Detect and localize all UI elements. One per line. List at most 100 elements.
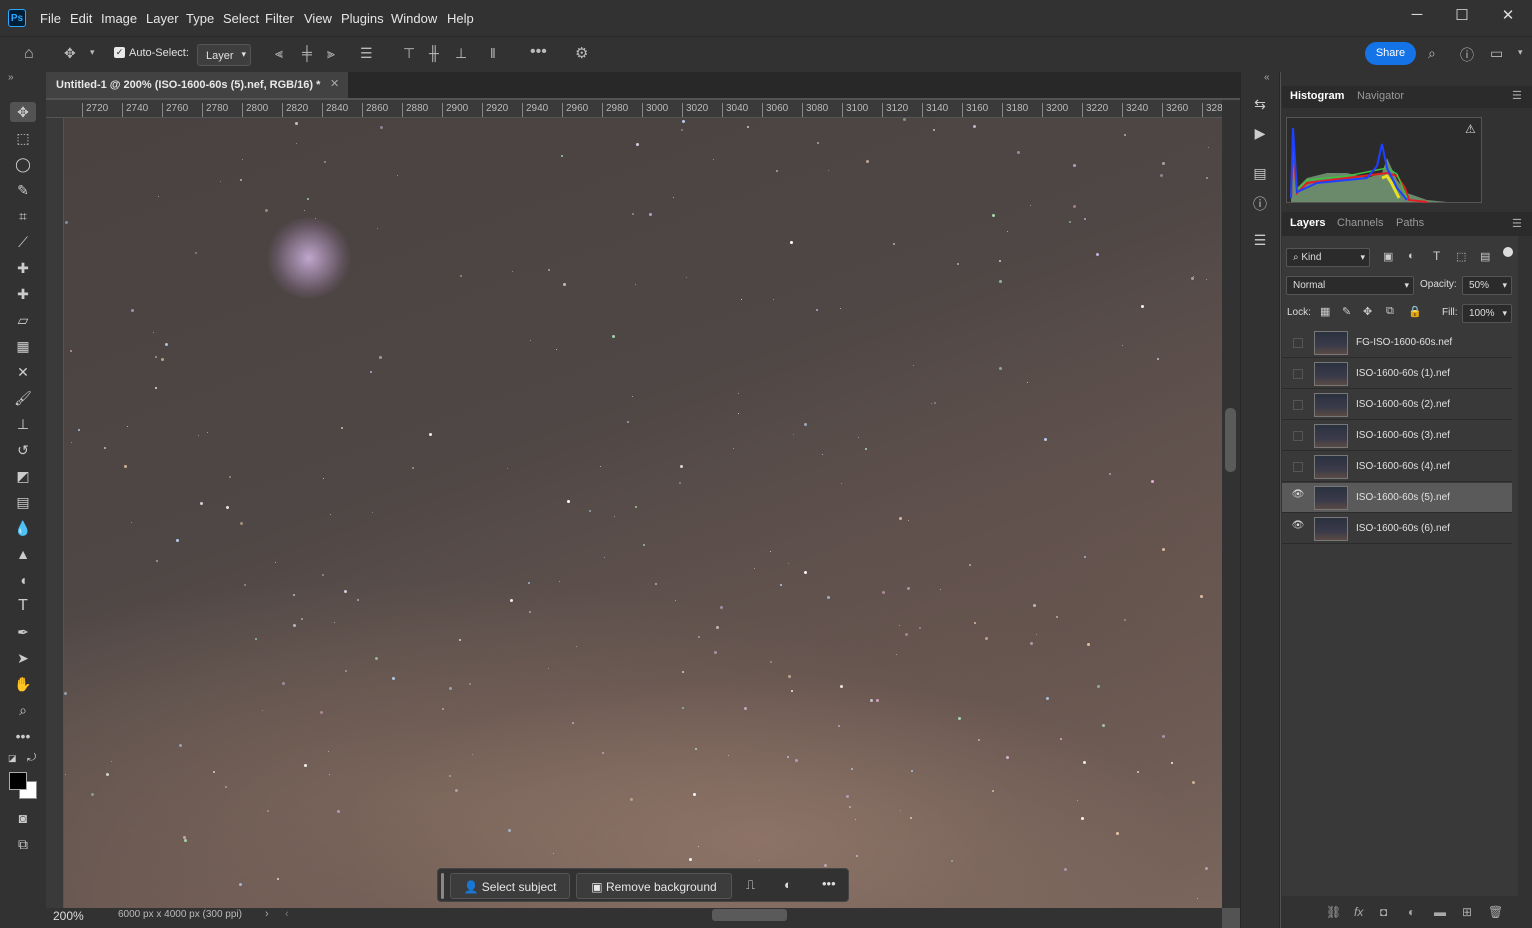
menu-file[interactable]: File bbox=[40, 11, 61, 26]
workspace-icon[interactable]: ▭ bbox=[1490, 45, 1503, 62]
healing-brush-tool-icon[interactable]: ✚ bbox=[13, 284, 33, 304]
screen-mode-icon[interactable]: ⧉ bbox=[13, 834, 33, 854]
marquee-tool-icon[interactable]: ⬚ bbox=[13, 128, 33, 148]
filter-smart-object-icon[interactable]: ▤ bbox=[1480, 250, 1490, 263]
add-mask-icon[interactable]: ◘ bbox=[1380, 905, 1387, 919]
swap-colors-icon[interactable]: ⤾ bbox=[27, 752, 36, 765]
spot-healing-tool-icon[interactable]: ✚ bbox=[13, 258, 33, 278]
vertical-scroll-thumb[interactable] bbox=[1225, 408, 1236, 472]
panel-menu-icon[interactable]: ☰ bbox=[1512, 89, 1522, 102]
distribute-vertical-icon[interactable]: ‖ bbox=[490, 45, 496, 61]
align-right-icon[interactable]: ⫸ bbox=[327, 45, 335, 62]
content-aware-move-icon[interactable]: ✕ bbox=[13, 362, 33, 382]
visibility-toggle[interactable] bbox=[1293, 462, 1303, 472]
tab-navigator[interactable]: Navigator bbox=[1357, 90, 1404, 102]
zoom-tool-icon[interactable]: ⌕ bbox=[13, 700, 33, 720]
layer-row[interactable]: ISO-1600-60s (2).nef bbox=[1282, 390, 1512, 420]
edit-toolbar-icon[interactable]: ••• bbox=[13, 726, 33, 746]
layer-row[interactable]: 👁 ISO-1600-60s (6).nef bbox=[1282, 514, 1512, 544]
delete-layer-icon[interactable]: 🗑 bbox=[1488, 905, 1503, 919]
default-colors-icon[interactable]: ◪ bbox=[8, 753, 17, 764]
eye-icon[interactable]: 👁 bbox=[1291, 520, 1305, 536]
move-tool-icon[interactable]: ✥ bbox=[64, 45, 76, 62]
menu-filter[interactable]: Filter bbox=[265, 11, 294, 26]
panel-menu-icon[interactable]: ☰ bbox=[1512, 217, 1522, 230]
gradient-tool-icon[interactable]: ▤ bbox=[13, 492, 33, 512]
gear-icon[interactable]: ⚙ bbox=[575, 44, 588, 62]
tab-paths[interactable]: Paths bbox=[1396, 217, 1424, 229]
chevron-right-icon[interactable]: › bbox=[265, 908, 269, 920]
lock-position-icon[interactable]: ✥ bbox=[1363, 305, 1372, 318]
visibility-toggle[interactable] bbox=[1293, 431, 1303, 441]
menu-select[interactable]: Select bbox=[223, 11, 259, 26]
filter-type-icon[interactable]: T bbox=[1433, 249, 1440, 263]
search-icon[interactable]: ⌕ bbox=[1428, 45, 1436, 62]
hand-tool-icon[interactable]: ✋ bbox=[13, 674, 33, 694]
menu-type[interactable]: Type bbox=[186, 11, 214, 26]
layer-row[interactable]: FG-ISO-1600-60s.nef bbox=[1282, 328, 1512, 358]
close-window-button[interactable]: ✕ bbox=[1493, 6, 1523, 26]
adjustment-layer-icon[interactable]: ◐ bbox=[1408, 905, 1415, 919]
menu-layer[interactable]: Layer bbox=[146, 11, 179, 26]
filter-shape-icon[interactable]: ⬚ bbox=[1456, 250, 1466, 263]
type-tool-icon[interactable]: T bbox=[13, 596, 33, 616]
menu-plugins[interactable]: Plugins bbox=[341, 11, 384, 26]
brush-tool-icon[interactable]: 🖌 bbox=[13, 388, 33, 408]
align-middle-icon[interactable]: ╫ bbox=[429, 45, 439, 61]
drag-handle[interactable] bbox=[441, 873, 444, 899]
filter-pixel-icon[interactable]: ▣ bbox=[1383, 250, 1393, 263]
maximize-button[interactable]: ☐ bbox=[1447, 6, 1477, 26]
more-options-icon[interactable]: ••• bbox=[822, 876, 836, 891]
menu-help[interactable]: Help bbox=[447, 11, 474, 26]
share-button[interactable]: Share bbox=[1365, 42, 1416, 65]
close-tab-icon[interactable]: ✕ bbox=[330, 77, 339, 90]
chevron-down-icon[interactable]: ▾ bbox=[1518, 47, 1523, 58]
vertical-scrollbar[interactable] bbox=[1222, 100, 1240, 908]
fill-input[interactable]: 100% ▾ bbox=[1462, 304, 1512, 323]
quick-selection-tool-icon[interactable]: ✎ bbox=[13, 180, 33, 200]
visibility-toggle[interactable] bbox=[1293, 369, 1303, 379]
libraries-icon[interactable]: ▤ bbox=[1251, 165, 1269, 183]
auto-select-checkbox[interactable]: ✓ bbox=[114, 47, 125, 58]
history-brush-tool-icon[interactable]: ↺ bbox=[13, 440, 33, 460]
blur-tool-icon[interactable]: 💧 bbox=[13, 518, 33, 538]
visibility-toggle[interactable] bbox=[1293, 338, 1303, 348]
tab-layers[interactable]: Layers bbox=[1290, 217, 1325, 229]
warning-icon[interactable]: ⚠ bbox=[1465, 122, 1476, 136]
layer-row[interactable]: ISO-1600-60s (3).nef bbox=[1282, 421, 1512, 451]
new-group-icon[interactable]: ▬ bbox=[1434, 905, 1446, 919]
opacity-input[interactable]: 50% ▾ bbox=[1462, 276, 1512, 295]
blend-mode-dropdown[interactable]: Normal ▾ bbox=[1286, 276, 1414, 295]
more-options-icon[interactable]: ••• bbox=[530, 43, 547, 61]
eye-icon[interactable]: 👁 bbox=[1291, 489, 1305, 505]
patch-tool-icon[interactable]: ▱ bbox=[13, 310, 33, 330]
dodge-tool-icon[interactable]: ◖ bbox=[13, 570, 33, 590]
adjustment-icon[interactable]: ◐ bbox=[784, 877, 792, 892]
menu-image[interactable]: Image bbox=[101, 11, 137, 26]
expand-panel-icon[interactable]: » bbox=[8, 72, 14, 83]
actions-play-icon[interactable]: ▶ bbox=[1251, 125, 1269, 143]
move-tool-icon[interactable]: ✥ bbox=[10, 102, 36, 122]
sharpen-tool-icon[interactable]: ▲ bbox=[13, 544, 33, 564]
properties-icon[interactable]: ☰ bbox=[1251, 232, 1269, 250]
info-icon[interactable]: ⓘ bbox=[1251, 194, 1269, 212]
distribute-icon[interactable]: ☰ bbox=[360, 45, 373, 62]
content-aware-tool-icon[interactable]: ▦ bbox=[13, 336, 33, 356]
filter-adjustment-icon[interactable]: ◐ bbox=[1408, 250, 1415, 262]
align-top-icon[interactable]: ⊤ bbox=[403, 45, 415, 62]
filter-toggle-icon[interactable] bbox=[1503, 247, 1513, 257]
visibility-toggle[interactable] bbox=[1293, 400, 1303, 410]
filter-kind-dropdown[interactable]: ⌕ Kind ▾ bbox=[1286, 248, 1370, 267]
image-canvas[interactable] bbox=[64, 118, 1222, 908]
auto-select-target-dropdown[interactable]: Layer ▾ bbox=[197, 44, 251, 66]
lock-artboard-icon[interactable]: ⧉ bbox=[1386, 305, 1394, 318]
lock-all-icon[interactable]: 🔒 bbox=[1408, 305, 1422, 318]
chevron-down-icon[interactable]: ▾ bbox=[90, 47, 95, 58]
path-selection-tool-icon[interactable]: ➤ bbox=[13, 648, 33, 668]
menu-edit[interactable]: Edit bbox=[70, 11, 92, 26]
quick-mask-icon[interactable]: ◙ bbox=[13, 808, 33, 828]
menu-view[interactable]: View bbox=[304, 11, 332, 26]
layer-row[interactable]: ISO-1600-60s (4).nef bbox=[1282, 452, 1512, 482]
foreground-color-swatch[interactable] bbox=[9, 772, 27, 790]
home-icon[interactable]: ⌂ bbox=[24, 45, 34, 63]
